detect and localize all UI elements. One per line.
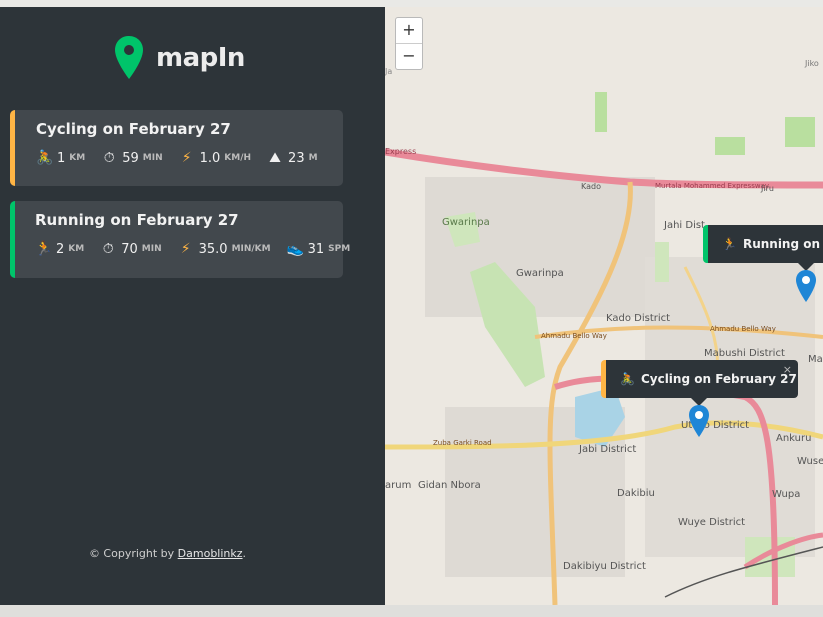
workout-detail-duration: ⏱ 70 min bbox=[100, 241, 162, 257]
copyright: © Copyright by Damoblinkz. bbox=[0, 547, 335, 560]
map-label: Jabi District bbox=[579, 444, 637, 455]
map-label: Gidan Nbora bbox=[418, 480, 481, 491]
map-label: Wupa bbox=[772, 489, 801, 500]
detail-value: 2 bbox=[56, 241, 65, 257]
workout-detail-duration: ⏱ 59 min bbox=[101, 150, 163, 166]
map-label: Wuye District bbox=[678, 517, 746, 528]
workout-detail-distance: 🏃 2 km bbox=[35, 241, 84, 257]
cyclist-icon: 🚴 bbox=[620, 372, 635, 386]
workout-title: Running on February 27 bbox=[35, 211, 239, 229]
detail-unit: km bbox=[68, 244, 85, 254]
map-label: Jahi Dist bbox=[664, 220, 705, 231]
map-label: Kado District bbox=[606, 313, 671, 324]
detail-unit: km/h bbox=[224, 153, 252, 163]
screen-bezel bbox=[0, 605, 823, 617]
map-marker-icon[interactable] bbox=[795, 269, 817, 303]
map-label: arum bbox=[385, 480, 412, 491]
detail-value: 59 bbox=[122, 150, 139, 166]
copyright-suffix: . bbox=[242, 547, 247, 560]
zoom-control: + − bbox=[395, 17, 423, 70]
sidebar: mapIn Cycling on February 27 🚴 1 km ⏱ 59… bbox=[0, 7, 385, 605]
lightning-icon: ⚡ bbox=[181, 150, 192, 166]
detail-value: 1.0 bbox=[199, 150, 221, 166]
map-label: Dakibiyu District bbox=[563, 561, 646, 572]
runner-icon: 🏃 bbox=[722, 237, 737, 251]
app-name: mapIn bbox=[156, 43, 245, 73]
map-label: Murtala Mohammed Expressway bbox=[655, 182, 769, 190]
zoom-out-button[interactable]: − bbox=[396, 44, 422, 69]
map-marker-icon[interactable] bbox=[688, 404, 710, 438]
map-label: Jiru bbox=[761, 184, 774, 193]
map-label: Mabushi District bbox=[704, 348, 785, 359]
map-label: Wuse bbox=[797, 456, 823, 467]
cyclist-icon: 🚴 bbox=[36, 150, 54, 166]
map-popup-running[interactable]: 🏃 Running on Fe bbox=[703, 225, 823, 263]
detail-value: 35.0 bbox=[198, 241, 228, 257]
stopwatch-icon: ⏱ bbox=[102, 241, 114, 257]
popup-label: Running on Fe bbox=[742, 237, 823, 251]
workout-detail-cadence: 👟 31 spm bbox=[287, 241, 351, 257]
detail-value: 31 bbox=[307, 241, 325, 257]
detail-unit: min/km bbox=[231, 244, 271, 254]
detail-value: 23 bbox=[288, 150, 305, 166]
map-label: Gwarinpa bbox=[516, 268, 564, 279]
detail-unit: km bbox=[69, 153, 86, 163]
detail-unit: m bbox=[308, 153, 318, 163]
map-label: Gwarinpa bbox=[442, 217, 490, 228]
runner-icon: 🏃 bbox=[35, 241, 53, 257]
detail-unit: min bbox=[142, 153, 163, 163]
workout-detail-distance: 🚴 1 km bbox=[36, 150, 85, 166]
map-tiles bbox=[385, 7, 823, 605]
map-pin-logo-icon bbox=[115, 36, 143, 79]
map-label: Ma bbox=[808, 354, 823, 365]
footprint-icon: 👟 bbox=[286, 241, 305, 257]
detail-value: 70 bbox=[121, 241, 138, 257]
workout-item-cycling[interactable]: Cycling on February 27 🚴 1 km ⏱ 59 min ⚡… bbox=[10, 110, 343, 186]
workout-detail-speed: ⚡ 1.0 km/h bbox=[179, 150, 251, 166]
map[interactable]: + − Express Ja Jiko Kado Murtala Mohamme… bbox=[385, 7, 823, 605]
map-label: Ankuru bbox=[776, 433, 812, 444]
close-icon[interactable]: × bbox=[783, 363, 792, 376]
map-label: Kado bbox=[581, 182, 601, 191]
workout-detail-pace: ⚡ 35.0 min/km bbox=[178, 241, 271, 257]
map-label: Jiko bbox=[805, 59, 819, 68]
popup-label: Cycling on February 27 bbox=[640, 372, 797, 386]
map-label: Ahmadu Bello Way bbox=[541, 332, 607, 340]
copyright-prefix: © Copyright by bbox=[88, 547, 178, 560]
detail-value: 1 bbox=[57, 150, 66, 166]
detail-unit: min bbox=[141, 244, 162, 254]
author-link[interactable]: Damoblinkz bbox=[178, 547, 243, 560]
lightning-icon: ⚡ bbox=[180, 241, 191, 257]
workout-title: Cycling on February 27 bbox=[36, 120, 231, 138]
map-label: Zuba Garki Road bbox=[433, 439, 492, 447]
workout-detail-elevation: ⛰ 23 m bbox=[267, 150, 318, 166]
mountain-icon: ⛰ bbox=[269, 150, 281, 166]
zoom-in-button[interactable]: + bbox=[396, 18, 422, 44]
stopwatch-icon: ⏱ bbox=[103, 150, 115, 166]
map-popup-cycling[interactable]: 🚴 Cycling on February 27 × bbox=[601, 360, 798, 398]
map-label: Ja bbox=[385, 67, 393, 76]
detail-unit: spm bbox=[328, 244, 351, 254]
logo: mapIn bbox=[114, 35, 245, 81]
workout-item-running[interactable]: Running on February 27 🏃 2 km ⏱ 70 min ⚡… bbox=[10, 201, 350, 278]
map-label: Express bbox=[385, 147, 417, 156]
map-label: Dakibiu bbox=[617, 488, 655, 499]
map-label: Ahmadu Bello Way bbox=[710, 325, 776, 333]
